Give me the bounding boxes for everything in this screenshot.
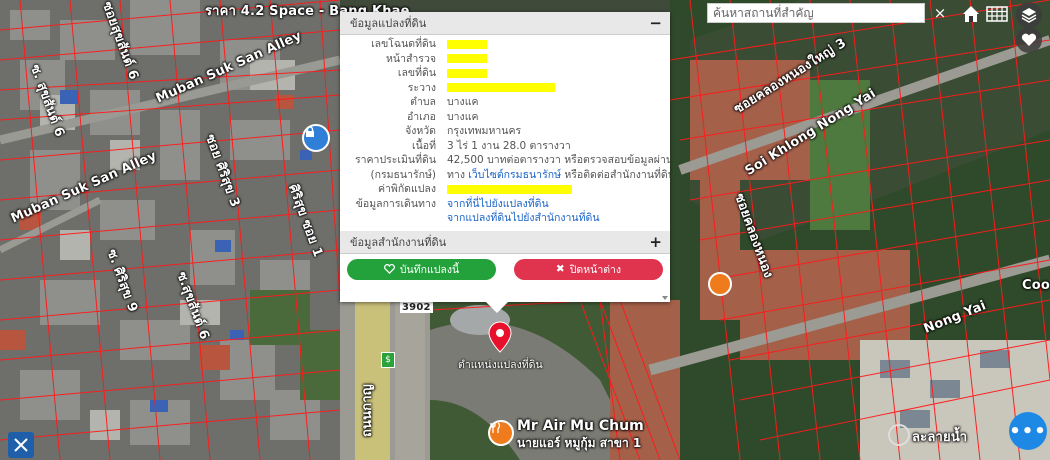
- parcel-info-header[interactable]: ข้อมูลแปลงที่ดิน −: [340, 12, 670, 35]
- info-row-value: [447, 182, 572, 197]
- road-number-badge: 3902: [400, 302, 433, 313]
- info-row: จังหวัด กรุงเทพมหานคร: [340, 124, 670, 139]
- panel-pointer: [485, 301, 509, 313]
- redacted-highlight: [447, 68, 487, 78]
- info-row-value: กรุงเทพมหานคร: [447, 124, 521, 139]
- info-row-value: บางแค: [447, 95, 478, 110]
- home-icon: [963, 6, 979, 22]
- redacted-highlight: [447, 39, 487, 49]
- info-row-suffix: หรือติดต่อสำนักงานที่ดิน: [561, 168, 670, 181]
- info-row: เลขที่ดิน: [340, 66, 670, 81]
- map-pin-icon: [488, 321, 512, 353]
- info-row: ระวาง: [340, 81, 670, 96]
- redacted-highlight: [447, 83, 555, 92]
- layers-icon: [1021, 8, 1037, 23]
- info-row-key: ราคาประเมินที่ดิน: [354, 154, 436, 166]
- map-label-road-vertical: ถนนกาญ: [360, 383, 376, 438]
- save-parcel-button[interactable]: บันทึกแปลงนี้: [347, 258, 496, 280]
- info-row: เลขโฉนดที่ดิน: [340, 37, 670, 52]
- heart-icon: [1021, 33, 1037, 46]
- panel-actions: บันทึกแปลงนี้ ✖ ปิดหน้าต่าง: [340, 254, 670, 280]
- info-row-key: อำเภอ: [406, 110, 436, 123]
- info-row: อำเภอ บางแค: [340, 110, 670, 125]
- info-row-text: บางแค: [447, 96, 479, 108]
- clear-search-button[interactable]: ×: [930, 3, 950, 23]
- transit-marker-icon[interactable]: $: [381, 352, 395, 368]
- info-row-key: ข้อมูลการเดินทาง: [355, 197, 436, 210]
- info-row-value: จากที่นี่ไปยังแปลงที่ดิน: [447, 197, 549, 212]
- info-row-value: ทาง เว็บไซต์กรมธนารักษ์ หรือติดต่อสำนักง…: [447, 168, 670, 183]
- info-row: เนื้อที่ 3 ไร่ 1 งาน 28.0 ตารางวา: [340, 139, 670, 154]
- land-office-title: ข้อมูลสำนักงานที่ดิน: [350, 235, 447, 249]
- info-row-key: เลขที่ดิน: [397, 67, 436, 79]
- panel-scrollbar[interactable]: [661, 36, 669, 300]
- info-row-text: 3 ไร่ 1 งาน 28.0 ตารางวา: [447, 139, 571, 152]
- restaurant-marker-icon[interactable]: [708, 272, 732, 296]
- tools-icon: [14, 438, 28, 452]
- home-button[interactable]: [960, 3, 982, 25]
- info-row-value: บางแค: [447, 110, 478, 125]
- info-row: ค่าพิกัดแปลง: [340, 182, 670, 197]
- land-office-header[interactable]: ข้อมูลสำนักงานที่ดิน +: [340, 230, 670, 254]
- info-row: ราคาประเมินที่ดิน 42,500 บาทต่อตารางวา หร…: [340, 153, 670, 168]
- info-row-value: [447, 66, 487, 81]
- search-input[interactable]: [707, 3, 925, 23]
- parcel-info-title: ข้อมูลแปลงที่ดิน: [350, 17, 427, 30]
- info-row-key: ค่าพิกัดแปลง: [377, 183, 436, 195]
- map-label-corner: ละลายน้ำ: [912, 430, 968, 445]
- info-row: หน้าสำรวจ: [340, 52, 670, 67]
- info-row-value: 42,500 บาทต่อตารางวา หรือตรวจสอบข้อมูลผ่…: [447, 153, 670, 168]
- layers-button[interactable]: [1016, 2, 1042, 28]
- favorite-button[interactable]: [1016, 27, 1042, 53]
- info-row-value: [447, 52, 487, 67]
- info-row-key: เลขโฉนดที่ดิน: [371, 38, 436, 50]
- tools-button[interactable]: [8, 432, 34, 458]
- grid-icon: [986, 6, 1008, 22]
- more-options-button[interactable]: •••: [1009, 412, 1047, 450]
- grid-view-button[interactable]: [985, 3, 1009, 25]
- info-row-link[interactable]: จากแปลงที่ดินไปยังสำนักงานที่ดิน: [447, 212, 600, 224]
- info-row-key: (กรมธนารักษ์): [370, 168, 436, 181]
- info-row-prefix: ทาง: [447, 168, 469, 181]
- redacted-highlight: [447, 54, 487, 63]
- info-row-link[interactable]: จากที่นี่ไปยังแปลงที่ดิน: [447, 198, 549, 210]
- info-row-key: [340, 211, 447, 226]
- parcel-location-pin[interactable]: [488, 321, 512, 357]
- info-row: (กรมธนารักษ์) ทาง เว็บไซต์กรมธนารักษ์ หรื…: [340, 168, 670, 183]
- map-label-road-right-3: Coo: [1022, 278, 1050, 293]
- save-parcel-label: บันทึกแปลงนี้: [399, 263, 460, 276]
- parcel-info-panel: ข้อมูลแปลงที่ดิน − เลขโฉนดที่ดินหน้าสำรว…: [340, 12, 670, 302]
- food-marker-icon[interactable]: [488, 420, 514, 446]
- info-row-key: จังหวัด: [405, 125, 436, 137]
- info-row-key: ระวาง: [407, 81, 436, 94]
- collapse-toggle[interactable]: −: [649, 14, 662, 32]
- close-x-icon: ✖: [555, 263, 565, 275]
- close-window-label: ปิดหน้าต่าง: [569, 263, 622, 276]
- info-row-key: หน้าสำรวจ: [386, 52, 436, 65]
- info-row-value: [447, 37, 487, 52]
- redacted-highlight: [447, 184, 572, 194]
- heart-outline-icon: [383, 264, 395, 274]
- place-marker-icon[interactable]: [888, 424, 910, 446]
- info-row: จากแปลงที่ดินไปยังสำนักงานที่ดิน: [340, 211, 670, 226]
- parcel-info-rows: เลขโฉนดที่ดิน หน้าสำรวจ เลขที่ดิน ระวาง ตำบล…: [340, 35, 670, 226]
- info-row-key: เนื้อที่: [412, 139, 436, 152]
- info-row-text: บางแค: [447, 110, 479, 123]
- info-row: ตำบล บางแค: [340, 95, 670, 110]
- info-row-text: 42,500 บาทต่อตารางวา หรือตรวจสอบข้อมูลผ่…: [447, 154, 670, 166]
- info-row-value: [447, 81, 555, 96]
- info-row-value: จากแปลงที่ดินไปยังสำนักงานที่ดิน: [447, 211, 600, 226]
- info-row-text: กรุงเทพมหานคร: [447, 125, 522, 137]
- info-row-value: 3 ไร่ 1 งาน 28.0 ตารางวา: [447, 139, 571, 154]
- parcel-pin-label: ตำแหน่งแปลงที่ดิน: [458, 359, 543, 371]
- close-window-button[interactable]: ✖ ปิดหน้าต่าง: [514, 258, 663, 280]
- info-row: ข้อมูลการเดินทาง จากที่นี่ไปยังแปลงที่ดิน: [340, 197, 670, 212]
- info-row-key: ตำบล: [410, 96, 436, 108]
- poi-label: Mr Air Mu Chum นายแอร์ หมูกุ้ม สาขา 1: [517, 418, 644, 450]
- lock-marker-icon[interactable]: [302, 124, 330, 152]
- info-row-link[interactable]: เว็บไซต์กรมธนารักษ์: [468, 169, 561, 181]
